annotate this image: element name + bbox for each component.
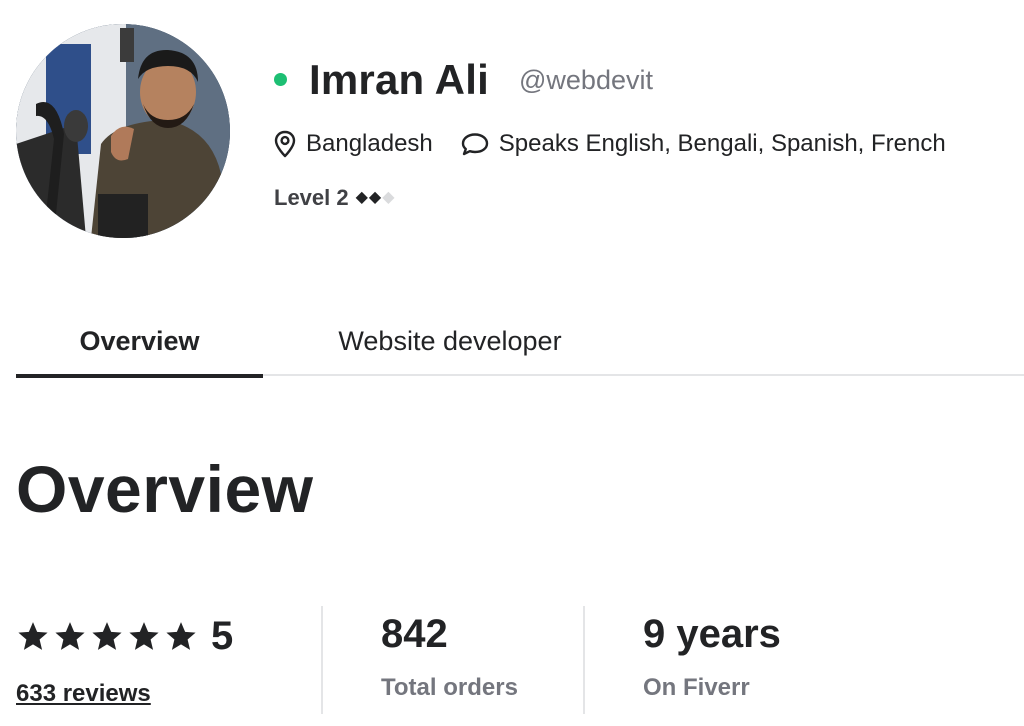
tenure-value: 9 years <box>643 612 781 656</box>
star-rating: 5 <box>16 614 233 659</box>
star-icon <box>166 622 196 650</box>
tab-overview[interactable]: Overview <box>16 306 263 378</box>
orders-value: 842 <box>381 612 448 656</box>
star-icon <box>18 622 48 650</box>
avatar[interactable] <box>16 24 230 238</box>
online-status-dot <box>274 73 287 86</box>
orders-stat: 842 Total orders <box>321 606 583 714</box>
orders-label: Total orders <box>381 674 518 701</box>
tenure-label: On Fiverr <box>643 674 750 701</box>
location: Bangladesh <box>274 130 433 158</box>
tab-website-developer[interactable]: Website developer <box>320 306 580 376</box>
languages-text: Speaks English, Bengali, Spanish, French <box>498 130 946 157</box>
level-label: Level 2 <box>274 185 349 210</box>
speech-bubble-icon <box>461 133 488 156</box>
profile-tabs: Overview Website developer <box>16 306 1024 378</box>
location-text: Bangladesh <box>306 130 433 157</box>
map-pin-icon <box>274 130 296 158</box>
rating-value: 5 <box>211 614 234 658</box>
tenure-stat: 9 years On Fiverr <box>583 606 883 714</box>
level-diamond-icon: ◆ <box>382 189 395 206</box>
seller-meta: Bangladesh Speaks English, Bengali, Span… <box>274 126 946 162</box>
level-diamond-icon: ◆ <box>368 189 382 206</box>
languages: Speaks English, Bengali, Spanish, French <box>461 130 946 158</box>
star-icon <box>129 622 159 650</box>
star-icon <box>92 622 122 650</box>
reviews-link[interactable]: 633 reviews <box>16 680 151 708</box>
seller-profile-page: Imran Ali @webdevit Bangladesh Speaks En… <box>0 0 1024 726</box>
star-icon <box>55 622 85 650</box>
seller-handle: @webdevit <box>519 65 653 95</box>
seller-name: Imran Ali <box>309 56 489 103</box>
level-diamond-icon: ◆ <box>355 189 368 206</box>
section-title: Overview <box>16 452 314 526</box>
seller-level: Level 2 ◆ ◆ ◆ <box>274 183 396 213</box>
rating-stat: 5 633 reviews <box>16 606 316 714</box>
avatar-photo <box>16 24 230 238</box>
